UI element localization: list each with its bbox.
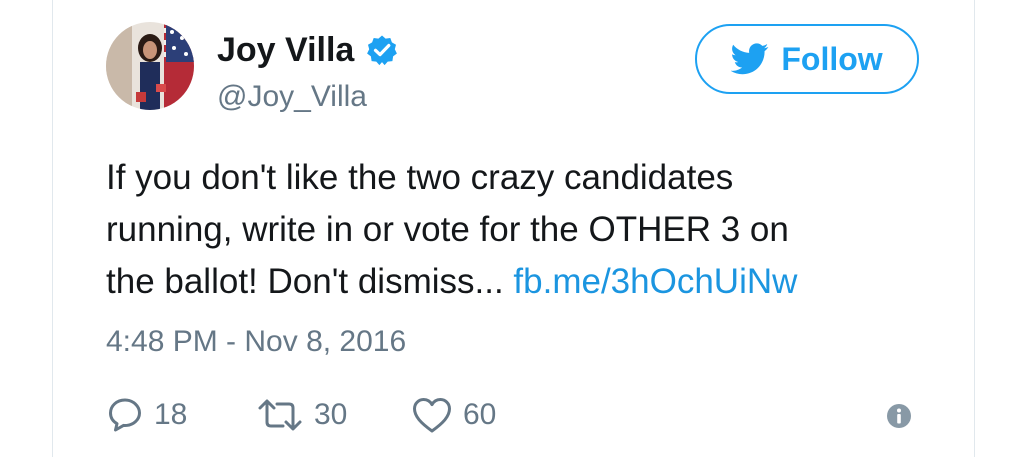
- tweet-text-line: running, write in or vote for the OTHER …: [106, 210, 789, 249]
- info-icon[interactable]: [886, 403, 912, 429]
- tweet-actions: 18 30 60: [106, 392, 496, 438]
- user-name-row: Joy Villa: [217, 28, 398, 72]
- like-count: 60: [463, 398, 497, 431]
- tweet-text-line-last: the ballot! Don't dismiss... fb.me/3hOch…: [106, 256, 926, 308]
- avatar[interactable]: [106, 22, 194, 110]
- retweet-icon: [256, 396, 304, 434]
- tweet-timestamp[interactable]: 4:48 PM - Nov 8, 2016: [106, 322, 406, 362]
- retweet-count: 30: [314, 398, 348, 431]
- avatar-image: [106, 22, 194, 110]
- tweet-text-line: If you don't like the two crazy candidat…: [106, 158, 734, 197]
- follow-button[interactable]: Follow: [695, 24, 919, 94]
- tweet-text-fragment: the ballot! Don't dismiss...: [106, 262, 504, 301]
- heart-icon: [411, 396, 453, 434]
- tweet-card: Joy Villa @Joy_Villa Follow If you don't…: [52, 0, 975, 457]
- follow-button-label: Follow: [781, 41, 883, 77]
- verified-badge-icon: [366, 34, 398, 66]
- reply-button[interactable]: 18: [106, 395, 256, 435]
- tweet-link[interactable]: fb.me/3hOchUiNw: [513, 262, 797, 301]
- reply-icon: [106, 396, 144, 434]
- retweet-button[interactable]: 30: [256, 395, 411, 435]
- display-name[interactable]: Joy Villa: [217, 28, 354, 72]
- twitter-bird-icon: [730, 43, 769, 75]
- reply-count: 18: [154, 398, 188, 431]
- tweet-text: If you don't like the two crazy candidat…: [106, 152, 926, 308]
- like-button[interactable]: 60: [411, 395, 496, 435]
- user-handle[interactable]: @Joy_Villa: [217, 78, 367, 116]
